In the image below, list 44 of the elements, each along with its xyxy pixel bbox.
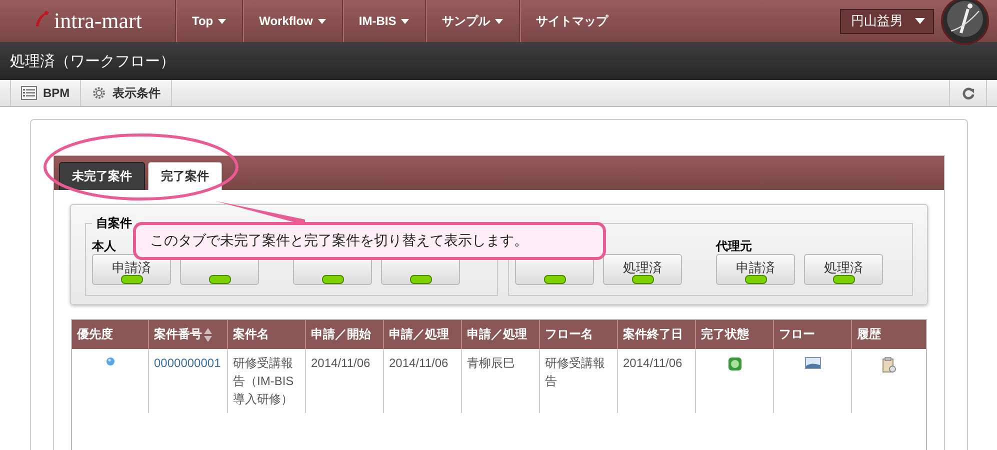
callout-tooltip: このタブで未完了案件と完了案件を切り替えて表示します。	[133, 222, 606, 260]
info-logo-icon[interactable]	[941, 0, 989, 45]
priority-dot-icon	[106, 357, 114, 366]
filter-button[interactable]: 申請済	[92, 254, 171, 285]
caret-icon	[915, 18, 925, 24]
table-cell: 2014/11/06	[389, 356, 448, 370]
image-icon[interactable]	[804, 357, 820, 369]
filter-button[interactable]: 処理済	[804, 254, 883, 285]
subgroup-label: 代理元	[716, 239, 752, 253]
tab[interactable]: 完了案件	[148, 162, 222, 190]
table-cell: 青柳辰巳	[467, 356, 515, 370]
table-cell: 研修受講報告（IM-BIS導入研修）	[233, 356, 294, 406]
table-cell: 研修受講報告	[545, 356, 605, 388]
column-header[interactable]: 完了状態	[695, 320, 773, 349]
refresh-button[interactable]	[949, 80, 987, 106]
column-header[interactable]: フロー	[773, 320, 851, 349]
clipboard-clock-icon[interactable]	[882, 357, 896, 373]
tab[interactable]: 未完了案件	[59, 162, 145, 190]
column-header[interactable]: 案件名	[227, 320, 305, 349]
toolbar-button[interactable]: BPM	[10, 80, 81, 106]
column-header[interactable]: フロー名	[539, 320, 617, 349]
status-complete-icon[interactable]	[728, 357, 742, 371]
logo-text: intra-mart	[54, 8, 142, 34]
column-header[interactable]: 案件終了日	[617, 320, 695, 349]
table-cell: 2014/11/06	[623, 356, 682, 370]
page-title: 処理済（ワークフロー）	[10, 52, 175, 70]
logo[interactable]: intra-mart	[0, 0, 175, 42]
group-legend: 自案件	[92, 215, 136, 232]
column-header[interactable]: 履歴	[851, 320, 926, 349]
toolbar-button[interactable]: 表示条件	[80, 80, 172, 106]
filter-button[interactable]: 処理済	[603, 254, 682, 285]
column-header[interactable]: 申請／開始	[305, 320, 383, 349]
column-header[interactable]: 申請／処理	[383, 320, 461, 349]
table-cell: 2014/11/06	[311, 356, 370, 370]
case-number-link[interactable]: 0000000001	[154, 354, 222, 372]
column-header[interactable]: 案件番号	[148, 320, 227, 349]
subgroup-label: 本人	[92, 239, 116, 253]
column-header[interactable]: 優先度	[72, 320, 148, 349]
column-header[interactable]: 申請／処理	[461, 320, 539, 349]
filter-button[interactable]: 申請済	[716, 254, 795, 285]
gear-icon	[90, 86, 107, 100]
list-icon	[21, 86, 37, 100]
user-dropdown[interactable]: 円山益男	[840, 8, 934, 34]
refresh-icon	[962, 86, 974, 100]
